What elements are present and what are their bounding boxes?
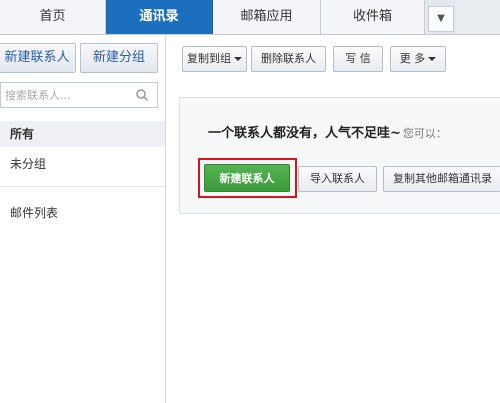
- tab-home[interactable]: 首页: [0, 0, 106, 34]
- empty-state-panel: 一个联系人都没有，人气不足哇~ 您可以： 新建联系人 导入联系人 复制其他邮箱通讯…: [179, 97, 500, 214]
- more-label: 更 多: [399, 52, 426, 65]
- search-box: [0, 82, 158, 108]
- import-contacts-button[interactable]: 导入联系人: [298, 166, 377, 192]
- more-button[interactable]: 更 多: [390, 46, 446, 72]
- new-contact-sidebar-button[interactable]: 新建联系人: [0, 43, 76, 73]
- sidebar: 新建联系人 新建分组 所有 未分组 邮件列表: [0, 35, 166, 403]
- tabs-more-button[interactable]: ▼: [428, 6, 454, 32]
- sidebar-item-all[interactable]: 所有: [0, 121, 165, 147]
- tab-mail-apps[interactable]: 邮箱应用: [213, 0, 321, 34]
- write-mail-button[interactable]: 写 信: [333, 46, 383, 72]
- empty-hint-text: 您可以：: [402, 127, 447, 140]
- sidebar-item-ungrouped[interactable]: 未分组: [0, 151, 165, 177]
- search-input[interactable]: [5, 86, 127, 104]
- sidebar-button-row: 新建联系人 新建分组: [0, 43, 160, 73]
- sidebar-item-mail-list[interactable]: 邮件列表: [0, 200, 165, 226]
- caret-down-icon: [234, 57, 242, 61]
- search-icon[interactable]: [135, 88, 149, 102]
- empty-message-text: 一个联系人都没有，人气不足哇~: [208, 126, 401, 141]
- sidebar-divider: [0, 186, 165, 187]
- topbar-filler: [456, 0, 500, 34]
- tab-contacts[interactable]: 通讯录: [106, 0, 213, 34]
- highlight-box: 新建联系人: [198, 158, 297, 198]
- tab-inbox[interactable]: 收件箱: [321, 0, 425, 34]
- empty-state-message: 一个联系人都没有，人气不足哇~ 您可以：: [208, 122, 447, 141]
- new-group-button[interactable]: 新建分组: [80, 43, 158, 73]
- copy-to-group-button[interactable]: 复制到组: [182, 46, 247, 72]
- copy-to-group-label: 复制到组: [187, 52, 231, 65]
- delete-contact-button[interactable]: 删除联系人: [251, 46, 326, 72]
- top-tab-bar: 首页 通讯录 邮箱应用 收件箱 ▼: [0, 0, 500, 35]
- new-contact-button[interactable]: 新建联系人: [204, 164, 290, 192]
- chevron-down-icon: ▼: [437, 13, 445, 24]
- copy-other-mailbox-contacts-button[interactable]: 复制其他邮箱通讯录: [383, 166, 500, 192]
- caret-down-icon: [428, 57, 437, 61]
